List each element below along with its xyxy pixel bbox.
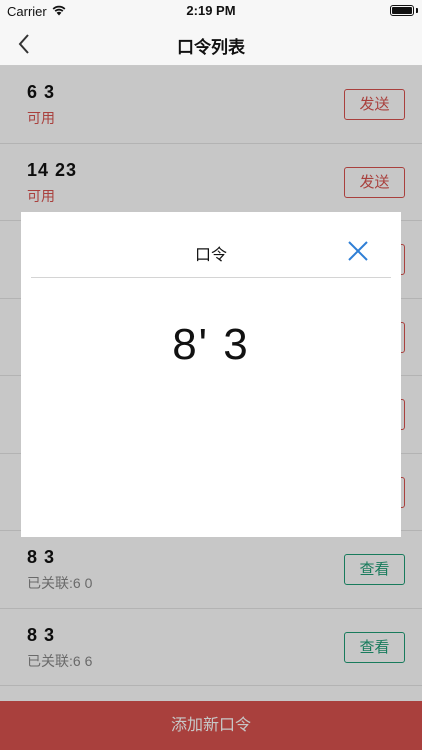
- close-icon[interactable]: [343, 236, 373, 266]
- battery-cap: [416, 8, 418, 13]
- status-time: 2:19 PM: [186, 3, 236, 18]
- nav-bar: 口令列表: [0, 22, 422, 66]
- password-dialog: 口令 8' 3: [21, 212, 401, 537]
- battery-icon: [390, 5, 414, 16]
- dialog-password-code: 8' 3: [172, 320, 250, 369]
- status-bar: Carrier 2:19 PM: [0, 0, 422, 22]
- page-title: 口令列表: [177, 38, 245, 57]
- dialog-divider: [31, 277, 391, 278]
